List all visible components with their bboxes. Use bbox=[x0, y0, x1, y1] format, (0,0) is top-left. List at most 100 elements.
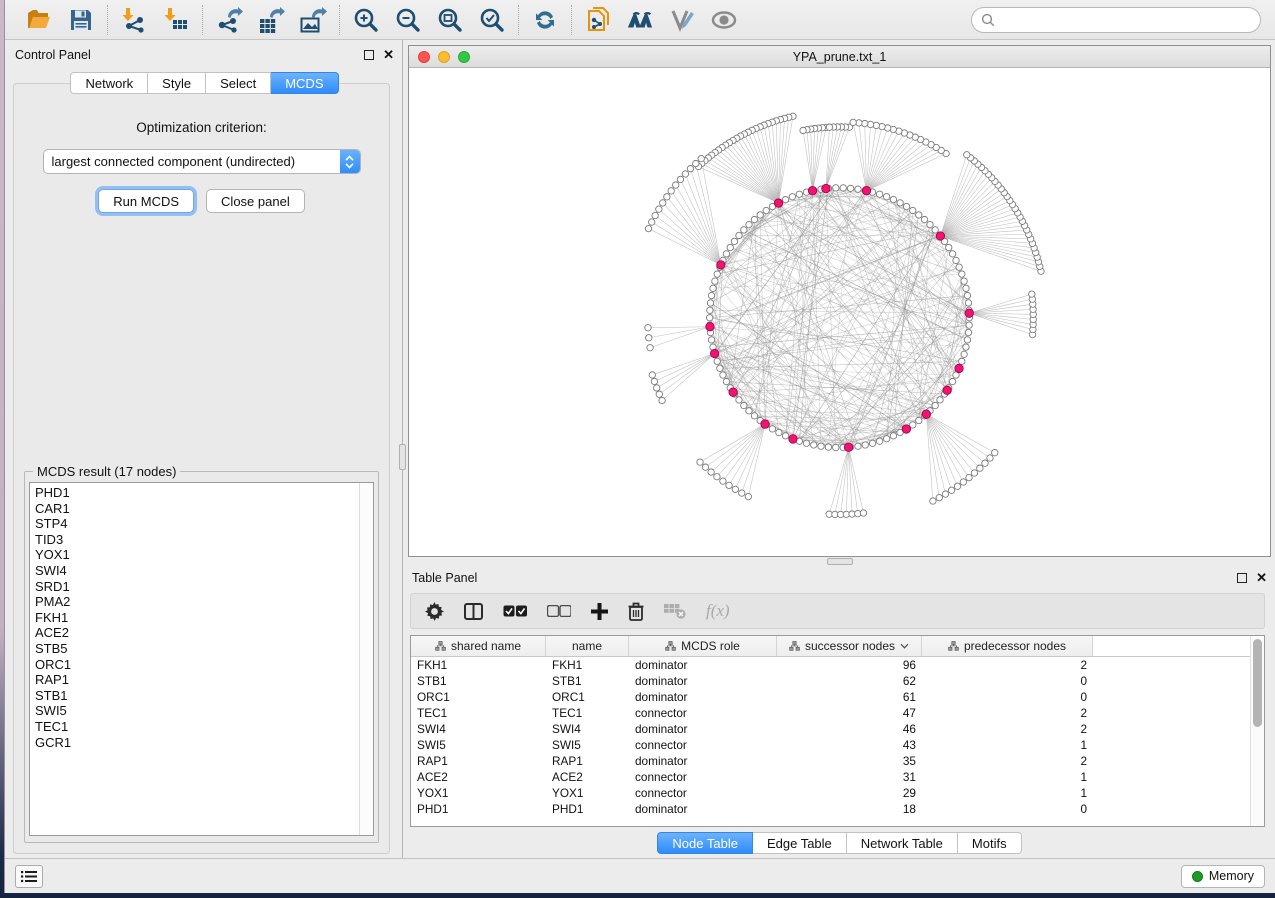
table-row[interactable]: ACE2ACE2connector311 bbox=[411, 769, 1250, 785]
graph-node[interactable] bbox=[746, 408, 752, 414]
graph-node[interactable] bbox=[890, 196, 896, 202]
graph-node[interactable] bbox=[708, 337, 714, 343]
table-scrollbar[interactable] bbox=[1250, 636, 1264, 826]
graph-node[interactable] bbox=[776, 429, 782, 435]
open-file-icon[interactable] bbox=[25, 6, 53, 34]
graph-node[interactable] bbox=[741, 227, 747, 233]
mcds-result-item[interactable]: STP4 bbox=[35, 516, 359, 532]
graph-node[interactable] bbox=[811, 442, 817, 448]
tab-motifs[interactable]: Motifs bbox=[958, 832, 1022, 854]
graph-node[interactable] bbox=[720, 372, 726, 378]
new-network-from-selection-icon[interactable] bbox=[584, 6, 612, 34]
graph-node[interactable] bbox=[965, 329, 971, 335]
graph-node[interactable] bbox=[736, 232, 742, 238]
graph-mcds-node[interactable] bbox=[717, 261, 725, 269]
export-image-icon[interactable] bbox=[299, 6, 327, 34]
graph-node[interactable] bbox=[789, 194, 795, 200]
graph-node[interactable] bbox=[965, 300, 971, 306]
task-history-button[interactable] bbox=[15, 865, 43, 888]
graph-node[interactable] bbox=[964, 337, 970, 343]
graph-node[interactable] bbox=[992, 450, 998, 456]
mcds-result-item[interactable]: TEC1 bbox=[35, 719, 359, 735]
graph-node[interactable] bbox=[818, 443, 824, 449]
graph-node[interactable] bbox=[826, 124, 832, 130]
graph-node[interactable] bbox=[712, 278, 718, 284]
graph-node[interactable] bbox=[800, 127, 806, 133]
graph-node[interactable] bbox=[782, 196, 788, 202]
tab-network-table[interactable]: Network Table bbox=[847, 832, 958, 854]
graph-node[interactable] bbox=[673, 182, 679, 188]
network-search-box[interactable] bbox=[971, 7, 1261, 33]
graph-node[interactable] bbox=[751, 413, 757, 419]
graph-node[interactable] bbox=[668, 188, 674, 194]
graph-node[interactable] bbox=[987, 455, 993, 461]
graph-node[interactable] bbox=[953, 257, 959, 263]
graph-node[interactable] bbox=[682, 171, 688, 177]
close-panel-icon[interactable]: ✕ bbox=[1256, 573, 1267, 583]
graph-node[interactable] bbox=[763, 207, 769, 213]
graph-node[interactable] bbox=[869, 440, 875, 446]
graph-node[interactable] bbox=[645, 325, 651, 331]
graph-node[interactable] bbox=[664, 194, 670, 200]
graph-mcds-node[interactable] bbox=[922, 410, 930, 418]
import-network-icon[interactable] bbox=[120, 6, 148, 34]
delete-column-icon[interactable] bbox=[628, 599, 644, 623]
mcds-result-item[interactable]: ACE2 bbox=[35, 625, 359, 641]
graph-mcds-node[interactable] bbox=[706, 323, 714, 331]
graph-node[interactable] bbox=[963, 344, 969, 350]
graph-node[interactable] bbox=[960, 479, 966, 485]
zoom-out-icon[interactable] bbox=[394, 6, 422, 34]
network-graph[interactable] bbox=[409, 68, 1270, 551]
graph-node[interactable] bbox=[949, 251, 955, 257]
graph-node[interactable] bbox=[956, 264, 962, 270]
splitter-handle[interactable] bbox=[399, 444, 406, 470]
graph-node[interactable] bbox=[961, 351, 967, 357]
table-row[interactable]: ORC1ORC1dominator610 bbox=[411, 689, 1250, 705]
first-neighbors-icon[interactable] bbox=[626, 6, 654, 34]
graph-node[interactable] bbox=[840, 185, 846, 191]
network-window-titlebar[interactable]: YPA_prune.txt_1 bbox=[409, 46, 1270, 68]
graph-node[interactable] bbox=[964, 292, 970, 298]
graph-mcds-node[interactable] bbox=[774, 199, 782, 207]
graph-node[interactable] bbox=[646, 335, 652, 341]
graph-mcds-node[interactable] bbox=[902, 425, 910, 433]
graph-node[interactable] bbox=[855, 443, 861, 449]
graph-mcds-node[interactable] bbox=[822, 184, 830, 192]
graph-node[interactable] bbox=[654, 385, 660, 391]
mcds-result-item[interactable]: PMA2 bbox=[35, 594, 359, 610]
graph-mcds-node[interactable] bbox=[844, 443, 852, 451]
graph-node[interactable] bbox=[731, 238, 737, 244]
graph-node[interactable] bbox=[708, 292, 714, 298]
graph-node[interactable] bbox=[855, 186, 861, 192]
splitter-handle[interactable] bbox=[827, 558, 853, 565]
graph-node[interactable] bbox=[707, 300, 713, 306]
tab-style[interactable]: Style bbox=[148, 72, 206, 94]
optimization-criterion-select[interactable]: largest connected component (undirected) bbox=[43, 149, 361, 174]
graph-node[interactable] bbox=[714, 271, 720, 277]
graph-node[interactable] bbox=[677, 176, 683, 182]
graph-node[interactable] bbox=[769, 426, 775, 432]
refresh-icon[interactable] bbox=[531, 6, 559, 34]
zoom-selected-icon[interactable] bbox=[478, 6, 506, 34]
hide-graphics-details-icon[interactable] bbox=[668, 6, 696, 34]
graph-node[interactable] bbox=[649, 372, 655, 378]
mcds-result-item[interactable]: YOX1 bbox=[35, 547, 359, 563]
table-row[interactable]: SWI4SWI4dominator462 bbox=[411, 721, 1250, 737]
horizontal-splitter[interactable] bbox=[408, 557, 1271, 566]
graph-node[interactable] bbox=[687, 165, 693, 171]
mcds-result-item[interactable]: ORC1 bbox=[35, 657, 359, 673]
graph-node[interactable] bbox=[903, 203, 909, 209]
table-row[interactable]: SWI5SWI5connector431 bbox=[411, 737, 1250, 753]
graph-mcds-node[interactable] bbox=[955, 364, 963, 372]
graph-node[interactable] bbox=[936, 494, 942, 500]
graph-node[interactable] bbox=[745, 493, 751, 499]
graph-node[interactable] bbox=[860, 510, 866, 516]
mcds-result-item[interactable]: FKH1 bbox=[35, 610, 359, 626]
graph-node[interactable] bbox=[697, 459, 703, 465]
mcds-result-item[interactable]: STB5 bbox=[35, 641, 359, 657]
graph-node[interactable] bbox=[707, 307, 713, 313]
select-all-rows-icon[interactable] bbox=[503, 599, 527, 623]
graph-node[interactable] bbox=[971, 470, 977, 476]
graph-node[interactable] bbox=[746, 221, 752, 227]
table-row[interactable]: TEC1TEC1connector472 bbox=[411, 705, 1250, 721]
